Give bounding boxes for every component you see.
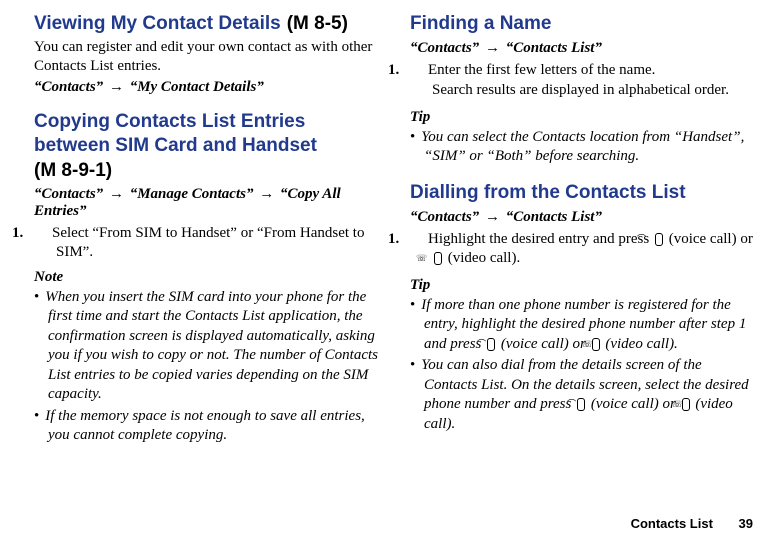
arrow-icon: → [483,209,502,225]
footer-section: Contacts List [631,516,713,531]
step-item: 1.Select “From SIM to Handset” or “From … [34,224,380,263]
note-item: •When you insert the SIM card into your … [34,288,380,405]
call-key-icon: ⌒ [487,338,495,351]
nav-path-find: “Contacts” → “Contacts List” [410,40,756,57]
step-text: Enter the first few letters of the name. [428,62,655,78]
video-key-icon: ☏ [682,398,690,411]
page: Viewing My Contact Details (M 8-5) You c… [0,0,783,448]
call-key-icon: ⌒ [655,233,663,246]
step-text: Highlight the desired entry and press ⌒ … [428,231,753,267]
intro-text: You can register and edit your own conta… [34,38,380,76]
tip-heading: Tip [410,277,756,294]
note-heading: Note [34,269,380,286]
tip-item: •You can also dial from the details scre… [410,356,756,434]
menu-code-copying: (M 8-9-1) [34,160,380,182]
path-seg: “My Contact Details” [130,79,264,95]
tip-text: If more than one phone number is registe… [421,297,746,352]
heading-viewing: Viewing My Contact Details [34,12,281,36]
tip-text: You can also dial from the details scree… [421,357,748,432]
call-key-icon: ⌒ [577,398,585,411]
tip-item: •You can select the Contacts location fr… [410,128,756,167]
step-subtext: Search results are displayed in alphabet… [410,81,756,101]
step-number: 1. [410,230,428,250]
arrow-icon: → [257,186,276,202]
tip-item: •If more than one phone number is regist… [410,296,756,355]
video-key-icon: ☏ [434,252,442,265]
arrow-icon: → [483,40,502,56]
path-seg: “Contacts List” [506,209,602,225]
note-text: When you insert the SIM card into your p… [45,289,378,403]
nav-path-my-contact: “Contacts” → “My Contact Details” [34,79,380,96]
tip-text: You can select the Contacts location fro… [421,129,744,165]
path-seg: “Contacts” [410,209,479,225]
footer-page-number: 39 [739,516,753,531]
path-seg: “Manage Contacts” [130,186,254,202]
step-number: 1. [34,224,52,244]
arrow-icon: → [107,186,126,202]
heading-copying: Copying Contacts List Entries between SI… [34,110,380,158]
path-seg: “Contacts” [34,186,103,202]
path-seg: “Contacts” [410,40,479,56]
note-item: •If the memory space is not enough to sa… [34,407,380,446]
note-text: If the memory space is not enough to sav… [45,408,365,444]
right-column: Finding a Name “Contacts” → “Contacts Li… [410,12,756,448]
menu-code-viewing: (M 8-5) [287,13,348,35]
step-item: 1.Highlight the desired entry and press … [410,230,756,269]
path-seg: “Contacts” [34,79,103,95]
page-footer: Contacts List 39 [631,516,753,531]
arrow-icon: → [107,79,126,95]
video-key-icon: ☏ [592,338,600,351]
tip-heading: Tip [410,109,756,126]
step-number: 1. [410,61,428,81]
path-seg: “Contacts List” [506,40,602,56]
step-text: Select “From SIM to Handset” or “From Ha… [52,225,364,261]
nav-path-copy: “Contacts” → “Manage Contacts” → “Copy A… [34,186,380,220]
heading-finding: Finding a Name [410,12,756,36]
nav-path-dial: “Contacts” → “Contacts List” [410,209,756,226]
step-item: 1.Enter the first few letters of the nam… [410,61,756,81]
heading-dialling: Dialling from the Contacts List [410,181,756,205]
left-column: Viewing My Contact Details (M 8-5) You c… [34,12,380,448]
